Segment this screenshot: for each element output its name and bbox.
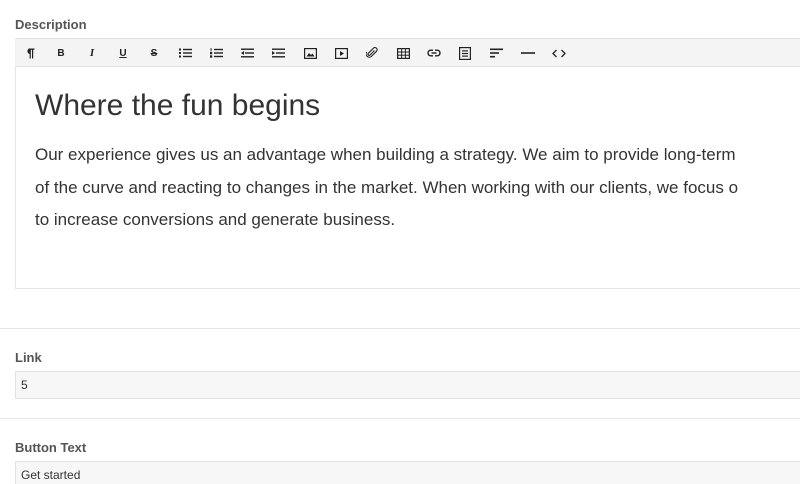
paragraph-button[interactable]: [19, 42, 41, 64]
code-view-icon: [552, 49, 566, 57]
align-left-icon: [489, 48, 503, 58]
align-left-button[interactable]: [485, 42, 507, 64]
indent-button[interactable]: [267, 42, 289, 64]
editor-line: to increase conversions and generate bus…: [35, 210, 396, 229]
content-form: Description B I U S Where the fun begins…: [0, 0, 800, 484]
editor-line: Our experience gives us an advantage whe…: [35, 145, 736, 164]
bold-button[interactable]: B: [50, 42, 72, 64]
unordered-list-icon: [178, 48, 192, 58]
link-icon: [427, 49, 441, 57]
editor-paragraph: Our experience gives us an advantage whe…: [35, 139, 795, 237]
indent-icon: [271, 48, 285, 58]
italic-button[interactable]: I: [81, 42, 103, 64]
editor-line: of the curve and reacting to changes in …: [35, 177, 739, 197]
section-divider: [0, 418, 800, 419]
link-button[interactable]: [423, 42, 445, 64]
italic-icon: I: [89, 47, 95, 59]
underline-button[interactable]: U: [112, 42, 134, 64]
outdent-button[interactable]: [236, 42, 258, 64]
table-icon: [396, 47, 410, 59]
bold-icon: B: [57, 47, 65, 59]
outdent-icon: [240, 48, 254, 58]
image-icon: [303, 47, 317, 59]
video-icon: [334, 47, 348, 59]
code-view-button[interactable]: [548, 42, 570, 64]
button-text-input[interactable]: [15, 461, 800, 484]
description-label: Description: [15, 17, 87, 32]
section-divider: [0, 328, 800, 329]
image-button[interactable]: [299, 42, 321, 64]
horizontal-rule-icon: [521, 52, 535, 54]
link-input[interactable]: [15, 371, 800, 399]
video-button[interactable]: [330, 42, 352, 64]
align-center-button[interactable]: [454, 42, 476, 64]
rich-text-editor[interactable]: Where the fun begins Our experience give…: [15, 67, 800, 289]
underline-icon: U: [119, 47, 127, 59]
button-text-label: Button Text: [15, 440, 87, 455]
attachment-button[interactable]: [361, 42, 383, 64]
editor-heading: Where the fun begins: [35, 89, 321, 122]
unordered-list-button[interactable]: [174, 42, 196, 64]
attachment-icon: [366, 47, 378, 58]
link-label: Link: [15, 350, 42, 365]
strikethrough-button[interactable]: S: [143, 42, 165, 64]
horizontal-rule-button[interactable]: [517, 42, 539, 64]
table-button[interactable]: [392, 42, 414, 64]
ordered-list-icon: [209, 48, 223, 58]
paragraph-icon: [27, 48, 35, 58]
editor-toolbar: B I U S: [15, 38, 800, 67]
ordered-list-button[interactable]: [205, 42, 227, 64]
align-center-icon: [459, 46, 471, 60]
strikethrough-icon: S: [150, 47, 158, 59]
